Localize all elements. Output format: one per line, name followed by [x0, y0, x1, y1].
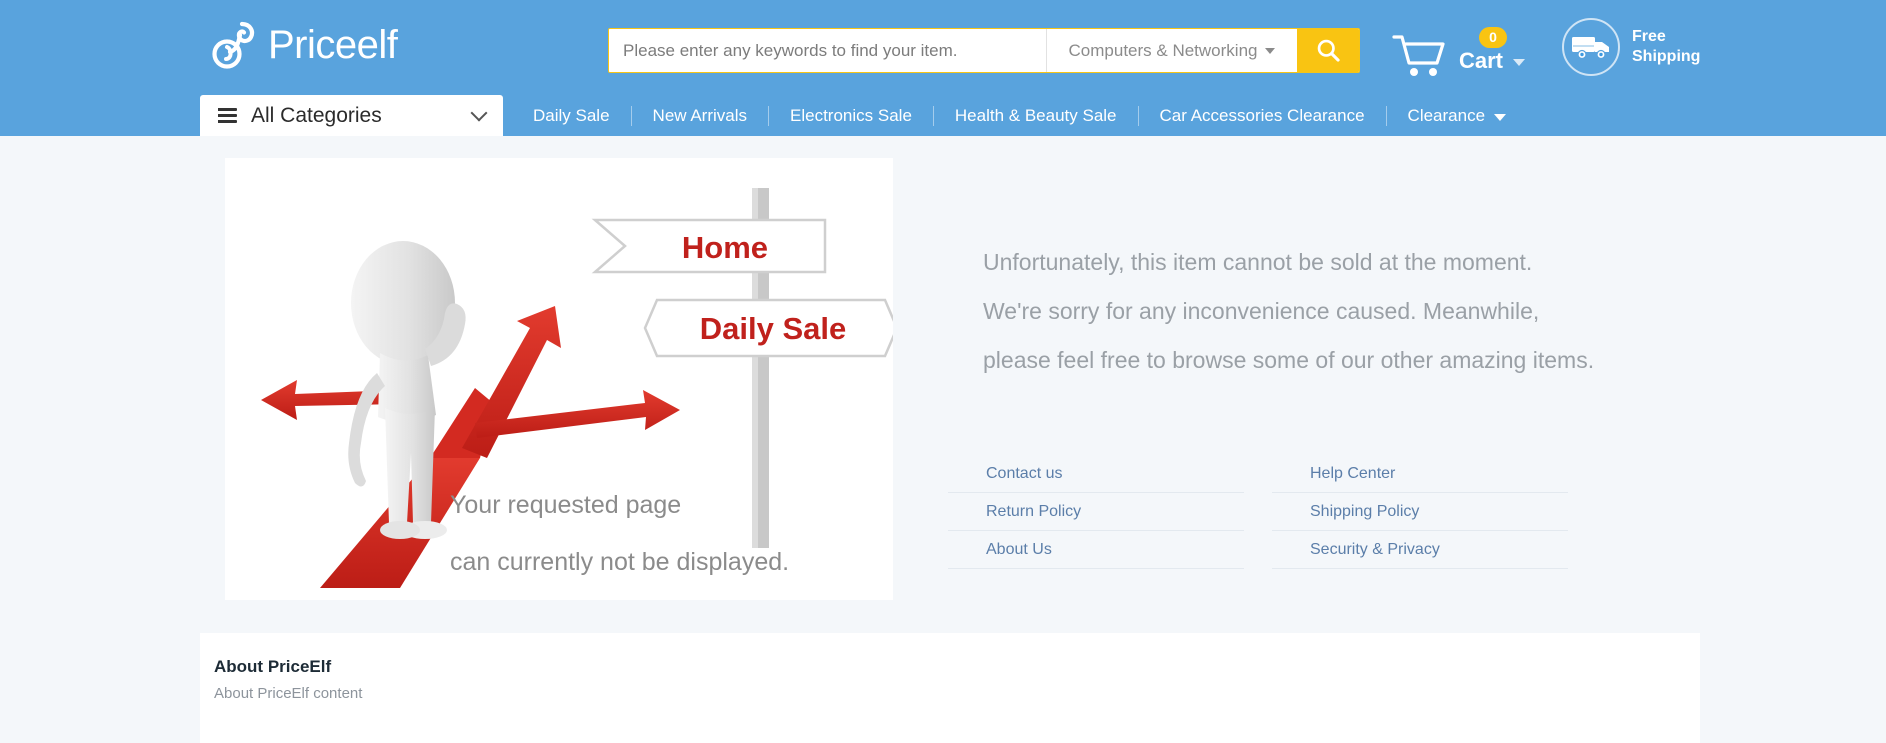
nav-item-electronics-sale[interactable]: Electronics Sale	[769, 106, 933, 126]
illustration-caption-line-1: Your requested page	[450, 491, 681, 519]
search-button[interactable]	[1297, 29, 1359, 72]
list-item[interactable]: Shipping Policy	[1272, 493, 1568, 531]
delivery-truck-icon	[1572, 37, 1609, 60]
help-links-left-column: Contact us Return Policy About Us	[948, 455, 1244, 569]
shipping-icon-circle	[1562, 18, 1620, 76]
cart-label-group: 0 Cart	[1459, 26, 1526, 74]
cart-label: Cart	[1459, 47, 1504, 73]
message-line-2: We're sorry for any inconvenience caused…	[983, 298, 1540, 324]
link-help-center[interactable]: Help Center	[1310, 465, 1395, 483]
nav-item-label: Clearance	[1407, 105, 1486, 125]
link-return-policy[interactable]: Return Policy	[986, 503, 1081, 521]
shipping-line-1: Free	[1632, 28, 1666, 45]
chevron-down-icon	[470, 104, 488, 122]
search-category-select[interactable]: Computers & Networking	[1046, 29, 1297, 72]
all-categories-label: All Categories	[251, 103, 382, 127]
search-icon	[1317, 39, 1340, 62]
list-item[interactable]: Help Center	[1272, 455, 1568, 493]
signpost-home-label: Home	[682, 230, 768, 265]
free-shipping-badge: Free Shipping	[1562, 18, 1700, 76]
shipping-text-group: Free Shipping	[1632, 27, 1700, 67]
search-category-label: Computers & Networking	[1068, 40, 1258, 60]
caret-down-icon	[1513, 58, 1526, 66]
list-item[interactable]: Security & Privacy	[1272, 531, 1568, 569]
link-about-us[interactable]: About Us	[986, 541, 1052, 559]
about-content: About PriceElf content	[214, 685, 363, 702]
site-logo[interactable]: Priceelf	[210, 18, 398, 72]
about-priceelf-card: About PriceElf About PriceElf content	[200, 633, 1700, 743]
illustration-caption-line-2: can currently not be displayed.	[450, 548, 789, 576]
logo-text: Priceelf	[268, 23, 398, 67]
caret-down-icon	[1494, 113, 1507, 121]
unavailable-message: Unfortunately, this item cannot be sold …	[983, 238, 1663, 385]
search-bar: Computers & Networking	[608, 28, 1360, 73]
shopping-cart-icon	[1392, 35, 1445, 76]
nav-item-label: New Arrivals	[652, 105, 748, 125]
nav-item-label: Health & Beauty Sale	[954, 105, 1117, 125]
list-item[interactable]: About Us	[948, 531, 1244, 569]
message-line-3: please feel free to browse some of our o…	[983, 347, 1595, 373]
about-title: About PriceElf	[214, 657, 332, 676]
link-shipping-policy[interactable]: Shipping Policy	[1310, 503, 1419, 521]
nav-item-new-arrivals[interactable]: New Arrivals	[632, 106, 768, 126]
nav-item-clearance[interactable]: Clearance	[1387, 106, 1528, 126]
help-links: Contact us Return Policy About Us Help C…	[948, 455, 1568, 569]
signpost-daily-sale-label: Daily Sale	[700, 311, 846, 346]
nav-item-label: Electronics Sale	[790, 105, 912, 125]
search-input[interactable]	[609, 29, 1046, 72]
error-illustration: Home Daily Sale Your requested page can …	[225, 158, 893, 600]
shipping-line-2: Shipping	[1632, 48, 1701, 65]
main-navigation: Daily Sale New Arrivals Electronics Sale…	[512, 95, 1527, 136]
cart-count-badge: 0	[1479, 26, 1507, 48]
caret-down-icon	[1265, 47, 1276, 54]
nav-item-car-accessories-clearance[interactable]: Car Accessories Clearance	[1139, 106, 1386, 126]
site-header: Priceelf Computers & Networking 0 Cart	[0, 0, 1886, 136]
cart-label-row: Cart	[1459, 47, 1526, 74]
nav-item-label: Daily Sale	[533, 105, 610, 125]
help-links-right-column: Help Center Shipping Policy Security & P…	[1272, 455, 1568, 569]
link-contact-us[interactable]: Contact us	[986, 465, 1062, 483]
list-item[interactable]: Return Policy	[948, 493, 1244, 531]
nav-item-health-beauty-sale[interactable]: Health & Beauty Sale	[934, 106, 1138, 126]
list-menu-icon	[218, 108, 237, 123]
message-line-1: Unfortunately, this item cannot be sold …	[983, 249, 1533, 275]
link-security-privacy[interactable]: Security & Privacy	[1310, 541, 1440, 559]
list-item[interactable]: Contact us	[948, 455, 1244, 493]
elf-swirl-logo-icon	[212, 21, 255, 69]
error-illustration-card: Home Daily Sale Your requested page can …	[225, 158, 893, 600]
cart-button[interactable]: 0 Cart	[1392, 26, 1526, 86]
all-categories-button[interactable]: All Categories	[200, 95, 503, 136]
nav-item-label: Car Accessories Clearance	[1159, 105, 1365, 125]
nav-item-daily-sale[interactable]: Daily Sale	[512, 106, 631, 126]
